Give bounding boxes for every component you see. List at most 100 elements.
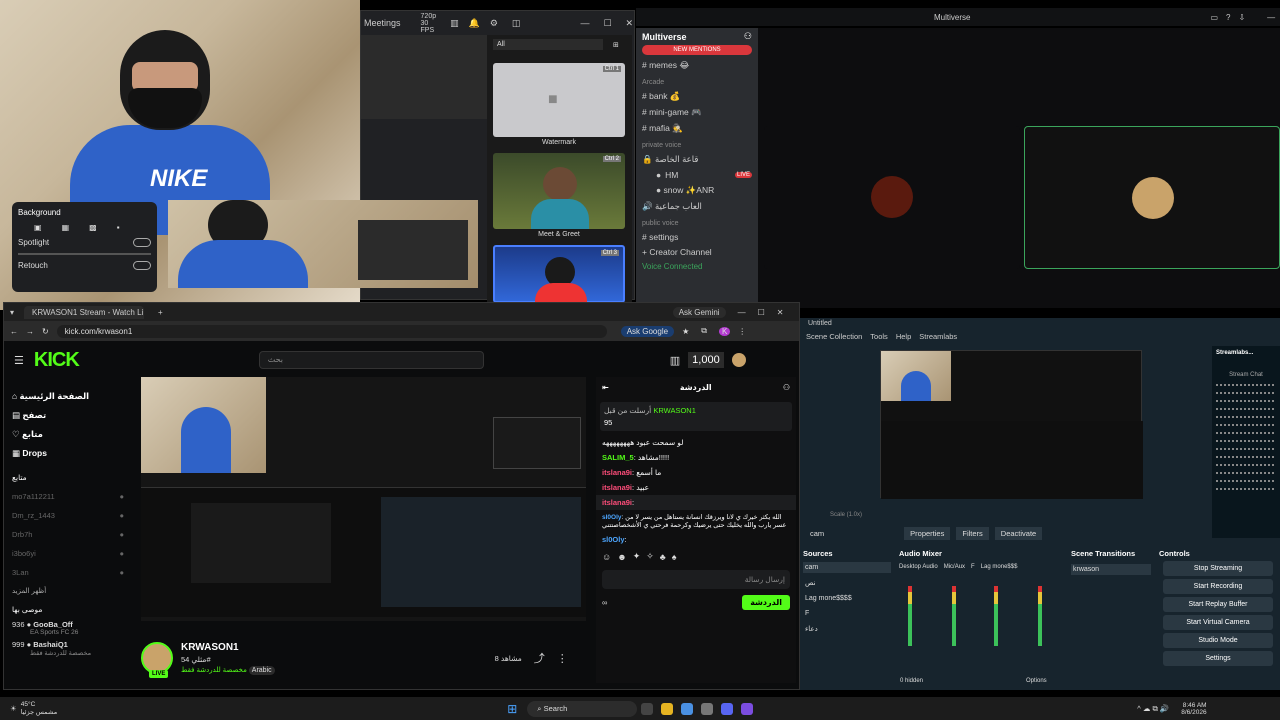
maximize-icon[interactable]: ☐ (758, 308, 765, 317)
gear-icon[interactable]: ⚙ (490, 18, 498, 29)
chat-username[interactable]: SALIM_5 (602, 453, 634, 462)
new-tab-button[interactable]: + (158, 308, 163, 317)
volume-meter[interactable] (994, 586, 998, 646)
voice-user[interactable]: ● snow ✨ANR (642, 185, 752, 196)
followed-channel[interactable]: mo7a112211 ● (12, 492, 124, 501)
collapse-chat-icon[interactable]: ⇤ (602, 383, 609, 392)
gift-icon[interactable]: ∞ (602, 598, 607, 607)
address-bar[interactable]: kick.com/krwason1 (56, 324, 607, 338)
emote-icon[interactable]: ☺ (602, 552, 611, 562)
studio-mode-button[interactable]: Studio Mode (1163, 633, 1273, 648)
bg-blur-icon[interactable]: ▦ (62, 223, 70, 232)
add-user-icon[interactable]: ⚇ (744, 31, 752, 42)
discord-icon[interactable] (721, 702, 734, 715)
send-chat-button[interactable]: الدردشة (742, 595, 790, 610)
windows-start-icon[interactable]: ⊞ (507, 702, 517, 716)
channel-settings[interactable]: # settings (642, 232, 752, 242)
help-icon[interactable]: ? (1226, 13, 1230, 22)
hamburger-icon[interactable]: ☰ (14, 354, 24, 367)
close-icon[interactable]: ✕ (777, 308, 784, 317)
channel-mini-game[interactable]: # mini-game 🎮 (642, 107, 752, 118)
ask-google-button[interactable]: Ask Google (620, 325, 675, 337)
followed-channel[interactable]: i3bo6yi ● (12, 549, 124, 558)
streamer-name[interactable]: KRWASON1 (181, 642, 275, 653)
close-icon[interactable]: ✕ (626, 18, 634, 29)
system-tray[interactable]: ^ ☁ ⧉ 🔊 (1137, 704, 1169, 714)
menu-help[interactable]: Help (896, 332, 911, 341)
category-arcade[interactable]: Arcade (642, 79, 752, 86)
menu-tools[interactable]: Tools (870, 332, 888, 341)
search-input[interactable]: بحث (258, 351, 484, 369)
grid-icon[interactable]: ⊞ (613, 41, 619, 49)
minimize-icon[interactable]: — (1267, 13, 1275, 22)
chat-users-icon[interactable]: ⚇ (783, 383, 790, 392)
recommended-channel[interactable]: 999 ● BashaiQ1 مخصصة للدردشة فقط (12, 640, 124, 657)
sidebar-icon[interactable]: ◫ (512, 18, 521, 29)
nav-home[interactable]: ⌂ الصفحة الرئيسية (12, 391, 124, 402)
browser-tab[interactable]: KRWASON1 Stream - Watch Li... (24, 305, 145, 319)
tile-watermark[interactable]: Ctrl 1 ■ (493, 63, 625, 137)
share-icon[interactable]: ⤴ (534, 650, 545, 666)
voice-tile[interactable] (764, 126, 1020, 269)
language-tag[interactable]: Arabic (248, 666, 275, 675)
taskbar-search[interactable]: ⌕ Search (527, 700, 638, 717)
stream-preview[interactable] (880, 350, 1143, 499)
deactivate-tab[interactable]: Deactivate (994, 526, 1043, 540)
followed-channel[interactable]: Drb7h ● (12, 530, 124, 539)
show-more-link[interactable]: أظهر المزيد (12, 587, 124, 595)
pinned-message[interactable]: أرسلت من قبل KRWASON1 95 (600, 402, 792, 431)
chat-input[interactable]: إرسال رسالة (602, 570, 790, 589)
stop-streaming-button[interactable]: Stop Streaming (1163, 561, 1273, 576)
source-item[interactable]: F (803, 608, 891, 619)
task-view-icon[interactable] (641, 702, 654, 715)
channel-bank[interactable]: # bank 💰 (642, 91, 752, 102)
maximize-icon[interactable]: ☐ (603, 18, 611, 29)
kick-logo[interactable]: KICK (34, 349, 80, 372)
ask-gemini-button[interactable]: Ask Gemini (672, 306, 726, 318)
volume-meter[interactable] (908, 586, 912, 646)
app-icon[interactable] (701, 702, 714, 715)
chat-username[interactable]: itslana9i (602, 483, 632, 492)
nav-drops[interactable]: ▦ Drops (12, 448, 124, 459)
source-item[interactable]: نص (803, 577, 891, 589)
download-icon[interactable]: ⇩ (1238, 13, 1245, 22)
new-mentions-badge[interactable]: NEW MENTIONS (642, 45, 752, 55)
properties-tab[interactable]: Properties (904, 526, 951, 540)
forward-icon[interactable]: → (26, 327, 34, 336)
menu-streamlabs[interactable]: Streamlabs (919, 332, 957, 341)
spotlight-slider[interactable] (18, 253, 151, 255)
followed-channel[interactable]: Dm_rz_1443 ● (12, 511, 124, 520)
tile-city[interactable]: Ctrl 3 (493, 245, 625, 305)
clock[interactable]: 8:46 AM 8/6/2026 (1181, 702, 1206, 716)
voice-channel-games[interactable]: 🔊 العاب جماعية (642, 201, 752, 212)
minimize-icon[interactable]: — (738, 308, 746, 317)
bg-person-icon[interactable]: ▪ (117, 223, 120, 232)
spotlight-toggle[interactable] (133, 238, 151, 247)
stream-video-player[interactable] (141, 377, 586, 621)
options-button[interactable]: Options (1026, 678, 1047, 684)
bg-none-icon[interactable]: ▣ (34, 223, 42, 232)
nav-browse[interactable]: ▤ تصفح (12, 410, 124, 421)
channel-mafia[interactable]: # mafia 🕵 (642, 123, 752, 134)
source-item[interactable]: Lag mone$$$$ (803, 593, 891, 604)
tab-list-icon[interactable]: ▾ (10, 308, 14, 317)
weather-icon[interactable]: ☀ (10, 704, 17, 713)
creator-channel[interactable]: + Creator Channel (642, 247, 752, 257)
balance-badge[interactable]: 1,000 (688, 352, 724, 368)
bg-image-icon[interactable]: ▩ (89, 223, 97, 232)
filter-select[interactable]: All (493, 39, 603, 50)
start-replay-buffer-button[interactable]: Start Replay Buffer (1163, 597, 1273, 612)
voice-user[interactable]: ● HM LIVE (642, 170, 752, 180)
server-name[interactable]: Multiverse (642, 32, 687, 42)
weather-widget[interactable]: 45°C مشمس جزئيا (21, 701, 58, 716)
layout-icon[interactable]: ▥ (450, 18, 459, 29)
filters-tab[interactable]: Filters (956, 526, 989, 540)
inbox-icon[interactable]: ▭ (1210, 13, 1218, 22)
volume-meter[interactable] (952, 586, 956, 646)
wallet-icon[interactable]: ▥ (670, 354, 680, 367)
emote-icon[interactable]: ☻ (617, 552, 626, 562)
emote-icon[interactable]: ♣ (660, 552, 666, 562)
menu-scene-collection[interactable]: Scene Collection (806, 332, 862, 341)
source-item[interactable]: cam (803, 562, 891, 573)
emote-icon[interactable]: ✧ (646, 551, 654, 562)
